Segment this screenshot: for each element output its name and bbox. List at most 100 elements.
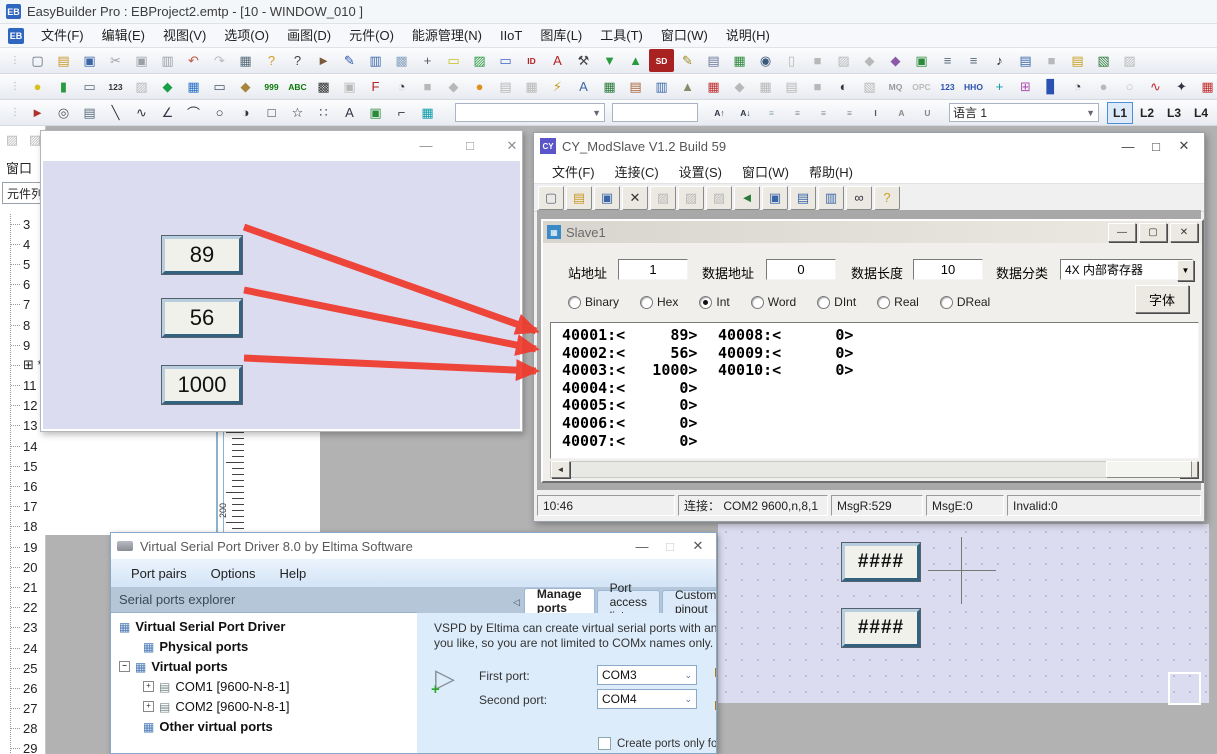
format-radio[interactable]: Binary <box>568 295 619 309</box>
register-row[interactable]: 40008:< 0> <box>718 327 853 345</box>
tab-manage-ports[interactable]: Manage ports <box>524 588 595 613</box>
meter-icon[interactable]: ◔ <box>1065 75 1090 98</box>
window-tree-item[interactable]: 23 <box>11 618 71 638</box>
pin-icon[interactable]: ◆ <box>727 75 752 98</box>
register-row[interactable]: 40006:< 0> <box>562 415 697 433</box>
line-icon[interactable]: ╲ <box>103 101 128 124</box>
tab-port-access-list[interactable]: Port access list <box>597 590 660 613</box>
menu-item[interactable]: 编辑(E) <box>93 28 154 43</box>
search-icon[interactable]: ◉ <box>753 49 778 72</box>
paste-icon[interactable]: ▥ <box>155 49 180 72</box>
ms-tile-h-icon[interactable]: ▤ <box>790 186 816 210</box>
plug-icon[interactable]: ◆ <box>857 49 882 72</box>
sd-card-icon[interactable]: SD <box>649 49 674 72</box>
tree-item-virtual-ports[interactable]: − ▦ Virtual ports <box>119 659 228 674</box>
recipe-table-icon[interactable]: ▦ <box>727 49 752 72</box>
ms-conn1-icon[interactable]: ▨ <box>650 186 676 210</box>
arc-icon[interactable]: ⌒ <box>181 101 206 124</box>
window-tree-item[interactable]: 24 <box>11 638 71 658</box>
window-tree-item[interactable]: 26 <box>11 678 71 698</box>
register-list[interactable]: 40001:< 89>40002:< 56>40003:< 1000>40004… <box>550 322 1199 459</box>
expand-icon[interactable]: + <box>143 701 154 712</box>
format-radio[interactable]: Word <box>751 295 796 309</box>
numeric-display[interactable]: 56 <box>162 299 242 337</box>
register-row[interactable]: 40002:< 56> <box>562 345 697 363</box>
simulation-window-titlebar[interactable]: — □ ✕ <box>41 131 522 161</box>
energy-icon[interactable]: ⚡ <box>545 75 570 98</box>
picture-tool-icon[interactable]: ▣ <box>363 101 388 124</box>
copy-icon[interactable]: ▣ <box>129 49 154 72</box>
layers-gray-icon[interactable]: ▨ <box>129 75 154 98</box>
first-port-combo[interactable]: COM3 ⌄ <box>597 665 697 685</box>
system-settings-icon[interactable]: ⚒ <box>571 49 596 72</box>
simulation-canvas[interactable]: 89 56 1000 <box>43 161 520 429</box>
font-button[interactable]: 字体 <box>1135 285 1189 313</box>
polyline-icon[interactable]: ∠ <box>155 101 180 124</box>
expand-icon[interactable]: + <box>143 681 154 692</box>
data-length-input[interactable]: 10 <box>913 259 983 280</box>
window-list-icon[interactable]: ≡ <box>961 49 986 72</box>
menu-item[interactable]: 帮助(H) <box>799 162 863 181</box>
tree-item-com1[interactable]: + ▤ COM1 [9600-N-8-1] <box>143 679 290 694</box>
toolbar-grip[interactable]: ⋮ <box>10 107 20 118</box>
menu-item[interactable]: Options <box>199 566 268 581</box>
boot-icon[interactable]: ■ <box>415 75 440 98</box>
cut-icon[interactable]: ✂ <box>103 49 128 72</box>
layer-button-l4[interactable]: L4 <box>1188 102 1214 124</box>
window-tree-item[interactable]: 21 <box>11 577 71 597</box>
gauge-icon[interactable]: ◐ <box>831 75 856 98</box>
numeric-display[interactable]: 1000 <box>162 366 242 404</box>
ms-connect-icon[interactable]: ◄ <box>734 186 760 210</box>
register-row[interactable]: 40003:< 1000> <box>562 362 697 380</box>
align-right-icon[interactable]: ≡ <box>837 101 862 124</box>
minimize-icon[interactable]: — <box>628 539 656 554</box>
grid-icon[interactable]: ▩ <box>389 49 414 72</box>
upload-from-hmi-icon[interactable]: ▲ <box>623 49 648 72</box>
register-row[interactable]: 40007:< 0> <box>562 433 697 451</box>
close-icon[interactable]: ✕ <box>684 538 712 554</box>
collapse-icon[interactable]: − <box>119 661 130 672</box>
session-checkbox-row[interactable]: Create ports only for this user session <box>598 737 717 750</box>
tree-item-root[interactable]: ▦ Virtual Serial Port Driver <box>119 619 285 634</box>
close-icon[interactable]: ✕ <box>498 138 526 154</box>
data-class-dropdown[interactable]: 4X 内部寄存器 <box>1060 259 1193 280</box>
select-transfer-icon[interactable]: ► <box>311 49 336 72</box>
comment-icon[interactable]: ▭ <box>493 49 518 72</box>
minimize-icon[interactable]: — <box>412 138 440 153</box>
register-row[interactable]: 40005:< 0> <box>562 397 697 415</box>
sound-icon[interactable]: ♪ <box>987 49 1012 72</box>
medicine-icon[interactable]: ◆ <box>441 75 466 98</box>
close-icon[interactable]: ✕ <box>1170 138 1198 154</box>
ms-open-icon[interactable]: ▤ <box>566 186 592 210</box>
scheduler-icon[interactable]: ● <box>467 75 492 98</box>
simulation-icon[interactable]: ▨ <box>831 49 856 72</box>
menu-item[interactable]: Help <box>267 566 318 581</box>
chart-gray-icon[interactable]: ▧ <box>857 75 882 98</box>
pdf-icon[interactable]: ▤ <box>493 75 518 98</box>
ms-cascade-icon[interactable]: ▣ <box>762 186 788 210</box>
redo-icon[interactable]: ↷ <box>207 49 232 72</box>
font-color2-icon[interactable]: A <box>889 101 914 124</box>
underline-icon[interactable]: U <box>915 101 940 124</box>
format-radio[interactable]: DReal <box>940 295 990 309</box>
ms-new-icon[interactable]: ▢ <box>538 186 564 210</box>
menu-item[interactable]: 元件(O) <box>340 28 403 43</box>
numeric-display[interactable]: 89 <box>162 236 242 274</box>
window-tree-item[interactable]: 28 <box>11 719 71 739</box>
menu-item[interactable]: 连接(C) <box>605 162 669 181</box>
download-to-hmi-icon[interactable]: ▼ <box>597 49 622 72</box>
toolbar-grip[interactable]: ⋮ <box>10 55 20 66</box>
home-icon[interactable]: ▦ <box>519 75 544 98</box>
label-library-icon[interactable]: ▤ <box>1013 49 1038 72</box>
word-lamp-icon[interactable]: ▮ <box>51 75 76 98</box>
bezier-icon[interactable]: ∿ <box>129 101 154 124</box>
history-table-icon[interactable]: ▦ <box>1195 75 1217 98</box>
align-icon[interactable]: + <box>415 49 440 72</box>
numeric-123-icon[interactable]: 123 <box>935 75 960 98</box>
format-radio[interactable]: Int <box>699 295 729 309</box>
ms-conn2-icon[interactable]: ▨ <box>678 186 704 210</box>
f-label-icon[interactable]: F <box>363 75 388 98</box>
object-list-tab[interactable]: 元件列 <box>2 182 44 204</box>
indent-icon[interactable]: ≡ <box>759 101 784 124</box>
hho-display-icon[interactable]: HHO <box>961 75 986 98</box>
